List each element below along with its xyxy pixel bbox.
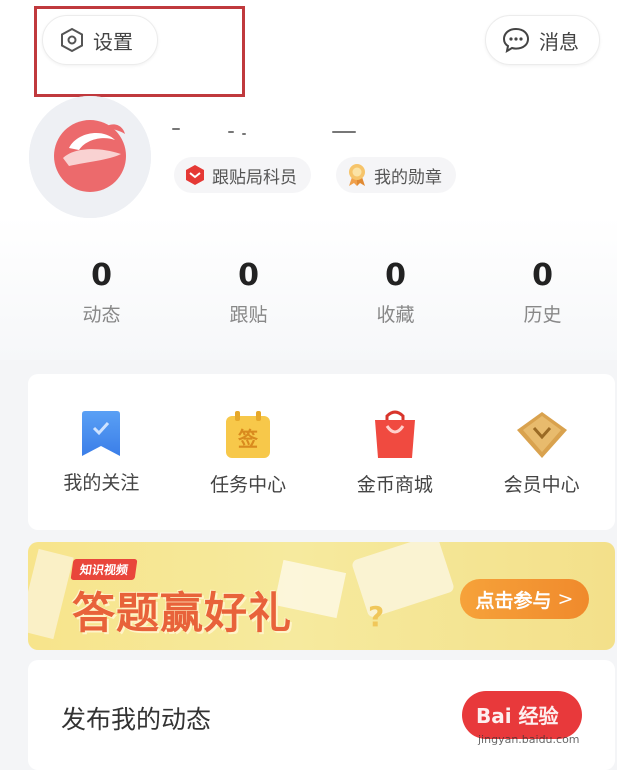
stat-posts-label: 动态: [82, 304, 121, 326]
messages-button[interactable]: 消息: [485, 15, 600, 65]
grid-item-coin-mall[interactable]: 金币商城: [322, 374, 469, 530]
quiz-promo-banner[interactable]: ? 知识视频 答题赢好礼 点击参与 >: [28, 542, 615, 650]
red-shield-badge-icon: [186, 165, 204, 185]
grid-member-center-label: 会员中心: [503, 474, 580, 496]
banner-join-label: 点击参与: [475, 589, 552, 612]
sign-in-calendar-icon: 签: [226, 411, 271, 458]
grid-coin-mall-label: 金币商城: [356, 474, 433, 496]
banner-join-button[interactable]: 点击参与 >: [460, 579, 589, 619]
chevron-right-icon: >: [557, 588, 574, 610]
message-bubble-icon: [502, 27, 530, 54]
stat-posts[interactable]: 0 动态: [28, 258, 175, 338]
grid-item-task-center[interactable]: 签 任务中心: [175, 374, 322, 530]
stat-history-value: 0: [532, 258, 553, 293]
messages-label: 消息: [539, 29, 579, 54]
grid-item-following[interactable]: 我的关注: [28, 374, 175, 530]
my-medals-tag[interactable]: 我的勋章: [336, 157, 456, 193]
baidu-jingyan-watermark: Bai 经验 jingyan.baidu.com: [476, 700, 580, 746]
medal-icon: [349, 164, 365, 186]
grid-item-member-center[interactable]: 会员中心: [468, 374, 615, 530]
banner-deco-open-book: [350, 542, 456, 619]
stat-history-label: 历史: [523, 304, 562, 326]
stat-favorites-label: 收藏: [376, 304, 415, 326]
stat-comments-label: 跟贴: [229, 304, 268, 326]
avatar-logo-icon: [29, 96, 151, 218]
stat-history[interactable]: 0 历史: [469, 258, 616, 338]
stat-posts-value: 0: [91, 258, 112, 293]
banner-deco-book: [28, 548, 74, 640]
bookmark-icon: [82, 411, 121, 456]
watermark-brand: Bai 经验: [476, 704, 559, 728]
avatar[interactable]: [29, 96, 151, 218]
diamond-icon: [516, 412, 567, 458]
username-blurred: [172, 126, 372, 136]
settings-highlight-box: [34, 6, 245, 97]
stats-row: 0 动态 0 跟贴 0 收藏 0 历史: [28, 258, 616, 338]
title-badge-label: 跟贴局科员: [212, 167, 297, 188]
question-mark-icon: ?: [368, 600, 385, 633]
shopping-bag-icon: [374, 410, 415, 458]
grid-following-label: 我的关注: [63, 472, 140, 494]
my-medals-label: 我的勋章: [374, 167, 442, 188]
stat-favorites-value: 0: [385, 258, 406, 293]
banner-title: 答题赢好礼: [72, 589, 292, 639]
stat-comments-value: 0: [238, 258, 259, 293]
stat-comments[interactable]: 0 跟贴: [175, 258, 322, 338]
banner-badge: 知识视频: [70, 559, 138, 580]
title-badge-tag[interactable]: 跟贴局科员: [174, 157, 311, 193]
watermark-url: jingyan.baidu.com: [478, 733, 580, 746]
publish-post-title: 发布我的动态: [61, 705, 212, 734]
grid-task-center-label: 任务中心: [210, 474, 287, 496]
stat-favorites[interactable]: 0 收藏: [322, 258, 469, 338]
feature-grid-card: 我的关注 签 任务中心 金币商城 会员中心: [28, 374, 615, 530]
sign-in-glyph: 签: [237, 427, 259, 451]
